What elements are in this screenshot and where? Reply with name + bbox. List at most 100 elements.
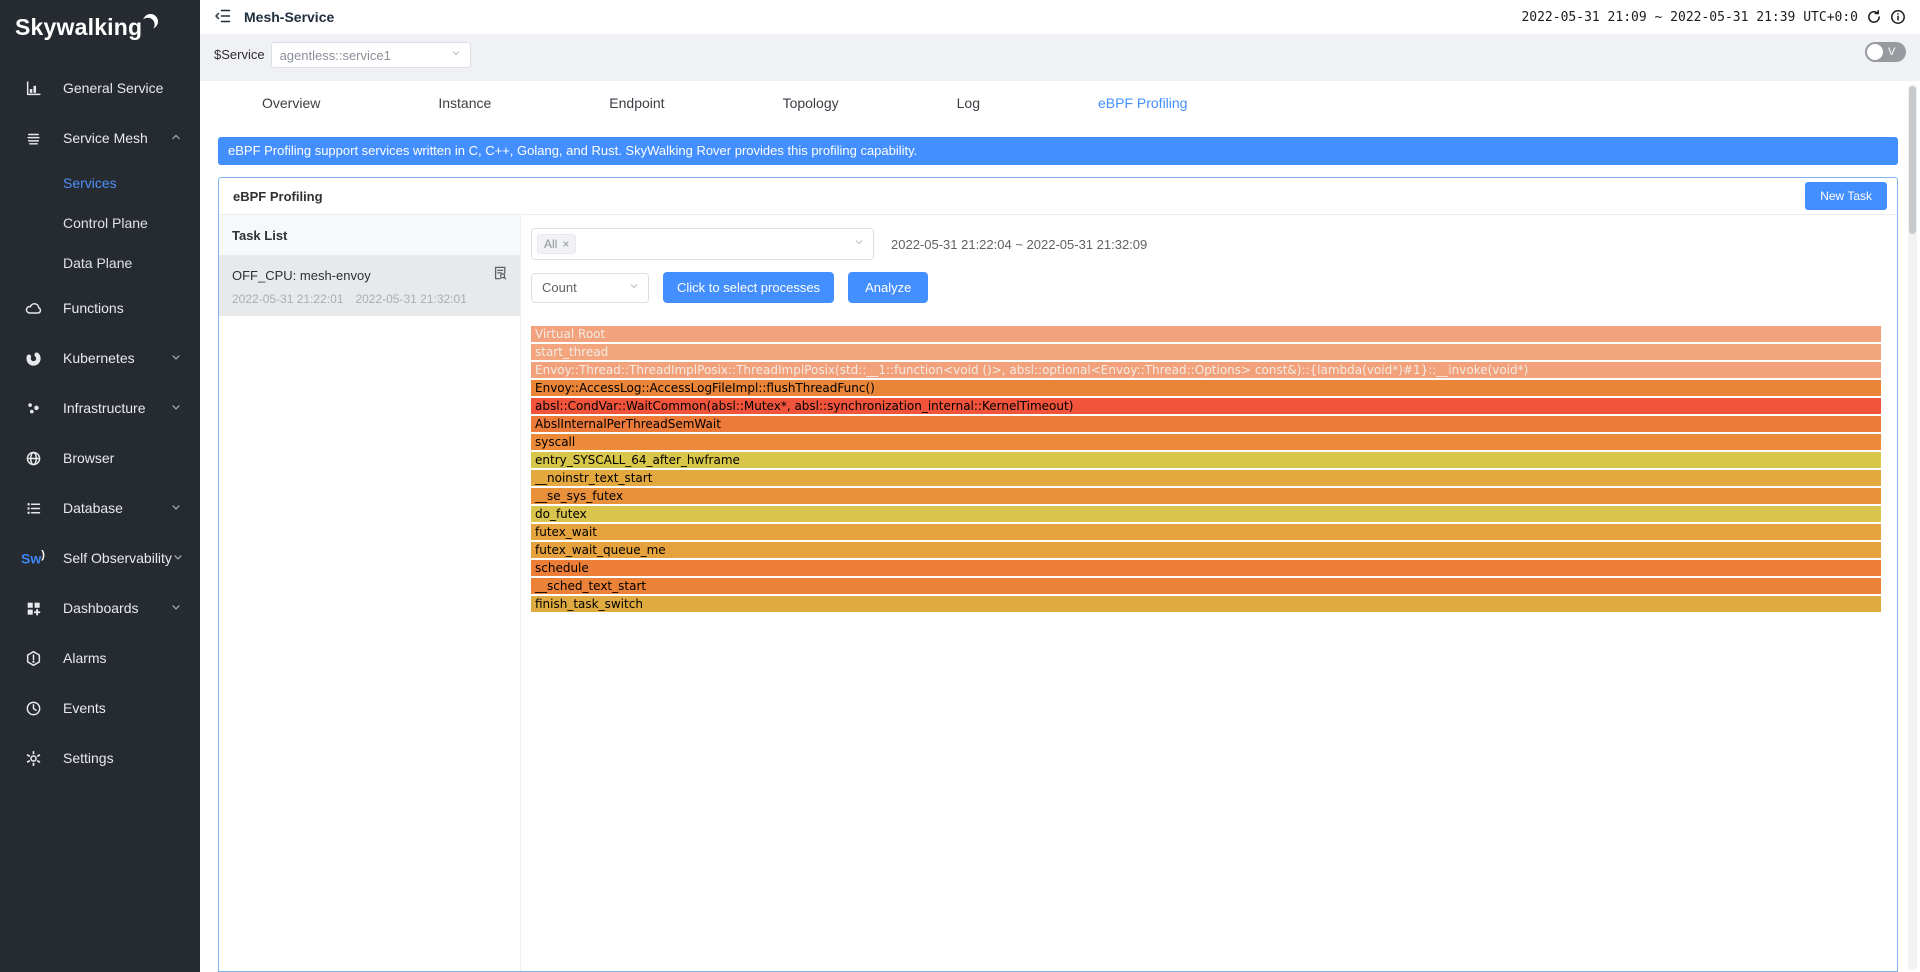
flame-frame-futex-wait[interactable]: futex_wait xyxy=(531,524,1881,540)
bar-chart-icon xyxy=(24,79,42,97)
app-logo[interactable]: Skywalking xyxy=(0,0,200,51)
scope-tag: All × xyxy=(537,234,576,254)
panel-title: eBPF Profiling xyxy=(233,189,323,204)
task-list-title: Task List xyxy=(219,215,520,256)
chevron-down-icon xyxy=(170,350,182,366)
topbar-right: 2022-05-31 21:09 ~ 2022-05-31 21:39 UTC+… xyxy=(1521,9,1906,25)
sidebar-item-kubernetes[interactable]: Kubernetes xyxy=(0,333,200,383)
browser-icon xyxy=(24,449,42,467)
sidebar-item-service-mesh[interactable]: Service Mesh xyxy=(0,113,200,163)
sidebar-item-label: Services xyxy=(63,175,200,191)
aggregate-type-value: Count xyxy=(542,280,628,295)
page-scrollbar[interactable] xyxy=(1908,84,1917,970)
new-task-button[interactable]: New Task xyxy=(1805,182,1887,210)
remove-tag-icon[interactable]: × xyxy=(562,237,569,251)
cloud-icon xyxy=(24,299,42,317)
sidebar: Skywalking General Service Service Mesh Se… xyxy=(0,0,200,972)
sidebar-item-browser[interactable]: Browser xyxy=(0,433,200,483)
version-toggle[interactable]: V xyxy=(1865,42,1906,62)
panel-header: eBPF Profiling New Task xyxy=(219,178,1897,215)
task-start-time: 2022-05-31 21:22:01 xyxy=(232,292,343,306)
flame-frame-entry-syscall-64-after-hwframe[interactable]: entry_SYSCALL_64_after_hwframe xyxy=(531,452,1881,468)
flame-frame-finish-task-switch[interactable]: finish_task_switch xyxy=(531,596,1881,612)
tab-endpoint[interactable]: Endpoint xyxy=(609,95,664,111)
chevron-down-icon xyxy=(628,279,640,297)
sidebar-item-functions[interactable]: Functions xyxy=(0,283,200,333)
ebpf-profiling-panel: eBPF Profiling New Task Task List OFF_CP… xyxy=(218,177,1898,972)
refresh-icon[interactable] xyxy=(1866,9,1882,25)
skywalking-crescent-icon xyxy=(143,14,158,29)
tab-overview[interactable]: Overview xyxy=(262,95,320,111)
analyze-button[interactable]: Analyze xyxy=(848,272,928,303)
flame-frame-schedule[interactable]: schedule xyxy=(531,560,1881,576)
task-list-column: Task List OFF_CPU: mesh-envoy 2022-05-31… xyxy=(219,215,521,971)
flame-frame-start-thread[interactable]: start_thread xyxy=(531,344,1881,360)
task-detail-icon[interactable] xyxy=(492,265,508,286)
scope-tag-label: All xyxy=(544,237,557,251)
flame-frame-syscall[interactable]: syscall xyxy=(531,434,1881,450)
settings-icon xyxy=(24,749,42,767)
sidebar-item-label: General Service xyxy=(63,80,182,96)
service-mesh-icon xyxy=(24,129,42,147)
sidebar-item-infrastructure[interactable]: Infrastructure xyxy=(0,383,200,433)
alarms-icon xyxy=(24,649,42,667)
service-select[interactable]: agentless::service1 xyxy=(271,42,471,68)
sidebar-item-label: Control Plane xyxy=(63,215,200,231)
sidebar-item-label: Infrastructure xyxy=(63,400,170,416)
flame-frame-absl-condvar-waitcommon-absl-mutex-absl-[interactable]: absl::CondVar::WaitCommon(absl::Mutex*, … xyxy=(531,398,1881,414)
tab-ebpf-profiling[interactable]: eBPF Profiling xyxy=(1098,95,1187,111)
sidebar-item-label: Browser xyxy=(63,450,182,466)
sidebar-item-label: Dashboards xyxy=(63,600,170,616)
aggregate-type-select[interactable]: Count xyxy=(531,273,649,303)
scrollbar-thumb[interactable] xyxy=(1909,86,1916,234)
flame-frame-virtual-root[interactable]: Virtual Root xyxy=(531,326,1881,342)
sidebar-item-label: Data Plane xyxy=(63,255,200,271)
tab-instance[interactable]: Instance xyxy=(438,95,491,111)
select-processes-button[interactable]: Click to select processes xyxy=(663,272,834,303)
sidebar-item-self-observability[interactable]: Sw) Self Observability xyxy=(0,533,200,583)
scope-multiselect[interactable]: All × xyxy=(531,228,874,260)
sidebar-item-control-plane[interactable]: Control Plane xyxy=(0,203,200,243)
database-icon xyxy=(24,499,42,517)
flame-frame-sched-text-start[interactable]: __sched_text_start xyxy=(531,578,1881,594)
infrastructure-icon xyxy=(24,399,42,417)
chevron-down-icon xyxy=(853,235,865,253)
tab-log[interactable]: Log xyxy=(957,95,980,111)
time-range-picker[interactable]: 2022-05-31 21:09 ~ 2022-05-31 21:39 UTC+… xyxy=(1521,10,1858,25)
dashboard-tabs: Overview Instance Endpoint Topology Log eBPF … xyxy=(200,81,1920,124)
self-observability-icon: Sw) xyxy=(24,549,42,567)
main-area: Mesh-Service 2022-05-31 21:09 ~ 2022-05-… xyxy=(200,0,1920,972)
flame-frame-do-futex[interactable]: do_futex xyxy=(531,506,1881,522)
sidebar-item-alarms[interactable]: Alarms xyxy=(0,633,200,683)
analysis-column: All × 2022-05-31 21:22:04 ~ 2022-05-31 2… xyxy=(521,215,1897,971)
kubernetes-icon xyxy=(24,349,42,367)
chevron-down-icon xyxy=(450,46,462,64)
chevron-down-icon xyxy=(170,400,182,416)
sidebar-item-services[interactable]: Services xyxy=(0,163,200,203)
chevron-up-icon xyxy=(170,130,182,146)
toggle-label: V xyxy=(1888,46,1895,58)
flame-frame-futex-wait-queue-me[interactable]: futex_wait_queue_me xyxy=(531,542,1881,558)
sidebar-item-database[interactable]: Database xyxy=(0,483,200,533)
flame-frame-se-sys-futex[interactable]: __se_sys_futex xyxy=(531,488,1881,504)
sidebar-item-dashboards[interactable]: Dashboards xyxy=(0,583,200,633)
tab-topology[interactable]: Topology xyxy=(783,95,839,111)
panel-body: Task List OFF_CPU: mesh-envoy 2022-05-31… xyxy=(219,215,1897,971)
sidebar-item-settings[interactable]: Settings xyxy=(0,733,200,783)
ebpf-info-banner: eBPF Profiling support services written … xyxy=(218,137,1898,165)
sidebar-item-label: Self Observability xyxy=(63,550,172,566)
collapse-menu-icon[interactable] xyxy=(214,4,244,30)
sidebar-item-label: Database xyxy=(63,500,170,516)
sidebar-item-general-service[interactable]: General Service xyxy=(0,63,200,113)
flame-frame-noinstr-text-start[interactable]: __noinstr_text_start xyxy=(531,470,1881,486)
top-header: Mesh-Service 2022-05-31 21:09 ~ 2022-05-… xyxy=(200,0,1920,35)
events-icon xyxy=(24,699,42,717)
sidebar-item-data-plane[interactable]: Data Plane xyxy=(0,243,200,283)
flame-frame-envoy-thread-threadimplposix-threadimplp[interactable]: Envoy::Thread::ThreadImplPosix::ThreadIm… xyxy=(531,362,1881,378)
flame-frame-abslinternalperthreadsemwait[interactable]: AbslInternalPerThreadSemWait xyxy=(531,416,1881,432)
info-icon[interactable] xyxy=(1890,9,1906,25)
flame-frame-envoy-accesslog-accesslogfileimpl-flusht[interactable]: Envoy::AccessLog::AccessLogFileImpl::flu… xyxy=(531,380,1881,396)
sidebar-item-events[interactable]: Events xyxy=(0,683,200,733)
task-list-item[interactable]: OFF_CPU: mesh-envoy 2022-05-31 21:22:01 … xyxy=(219,256,520,316)
analysis-time-range: 2022-05-31 21:22:04 ~ 2022-05-31 21:32:0… xyxy=(891,237,1147,252)
